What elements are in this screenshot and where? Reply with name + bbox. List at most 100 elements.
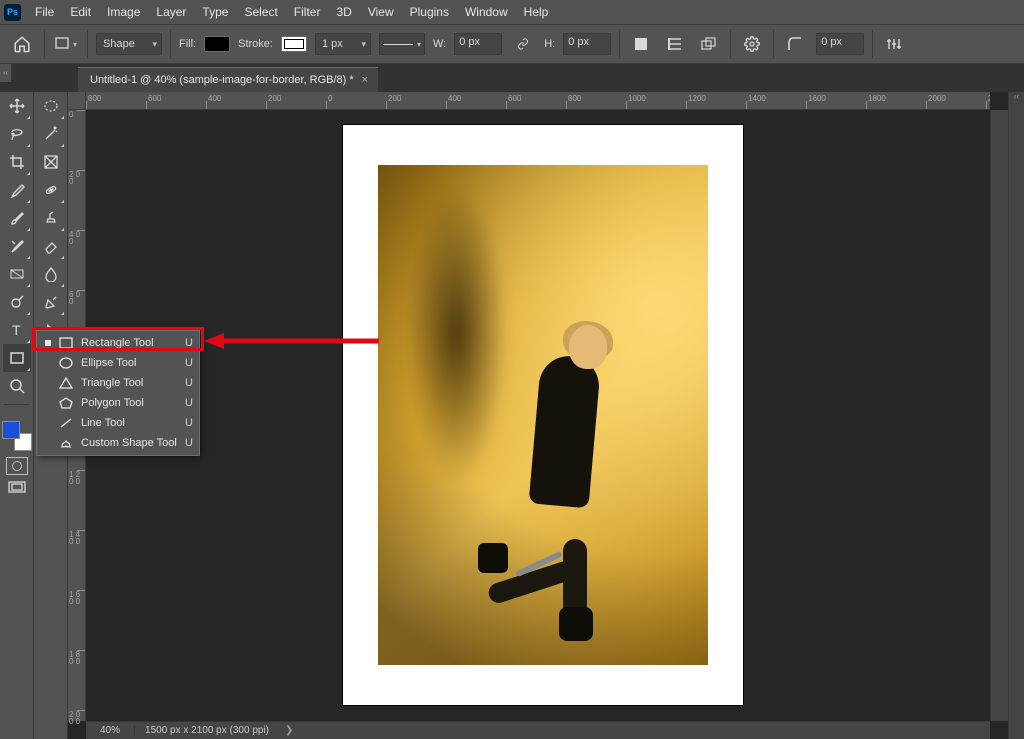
zoom-level[interactable]: 40% xyxy=(86,725,134,736)
horizontal-ruler[interactable]: 8006004002000200400600800100012001400160… xyxy=(86,92,990,110)
foreground-background-swatch[interactable] xyxy=(2,421,32,451)
ellipse-icon xyxy=(59,356,73,370)
status-bar-menu-icon[interactable]: ❯ xyxy=(279,725,299,736)
align-edges-icon[interactable] xyxy=(881,33,907,55)
divider xyxy=(872,30,873,58)
shape-options-gear-icon[interactable] xyxy=(739,33,765,55)
path-alignment-icon[interactable] xyxy=(662,33,688,55)
close-tab-icon[interactable]: × xyxy=(362,74,368,86)
menu-layer[interactable]: Layer xyxy=(148,0,194,24)
app-logo: Ps xyxy=(4,4,21,21)
corner-radius-field[interactable]: 0 px xyxy=(816,33,864,55)
dodge-tool[interactable] xyxy=(3,288,31,316)
blur-tool[interactable] xyxy=(37,260,65,288)
path-operations-icon[interactable] xyxy=(628,33,654,55)
height-label: H: xyxy=(544,38,555,50)
lasso-tool[interactable] xyxy=(3,120,31,148)
eraser-tool[interactable] xyxy=(37,232,65,260)
path-arrangement-icon[interactable] xyxy=(696,33,722,55)
status-bar: 40% 1500 px x 2100 px (300 ppi) ❯ xyxy=(86,721,990,739)
eyedropper-tool[interactable] xyxy=(3,176,31,204)
right-panel-dock[interactable]: ‹‹ xyxy=(1008,92,1024,739)
stroke-label: Stroke: xyxy=(238,38,273,50)
divider xyxy=(773,30,774,58)
flyout-item-shortcut: U xyxy=(185,397,193,409)
shape-tool-flyout: Rectangle Tool U Ellipse Tool U Triangle… xyxy=(36,330,200,456)
menu-filter[interactable]: Filter xyxy=(286,0,329,24)
menu-image[interactable]: Image xyxy=(99,0,148,24)
custom-shape-icon xyxy=(59,436,73,450)
flyout-item-shortcut: U xyxy=(185,377,193,389)
crop-tool[interactable] xyxy=(3,148,31,176)
menu-view[interactable]: View xyxy=(360,0,402,24)
canvas-stage[interactable] xyxy=(86,110,990,721)
corner-radius-icon xyxy=(782,33,808,55)
fill-label: Fill: xyxy=(179,38,196,50)
rectangle-tool[interactable] xyxy=(3,344,31,372)
menu-window[interactable]: Window xyxy=(457,0,516,24)
divider xyxy=(170,30,171,58)
fill-swatch[interactable] xyxy=(204,36,230,52)
menu-edit[interactable]: Edit xyxy=(62,0,99,24)
triangle-icon xyxy=(59,376,73,390)
width-label: W: xyxy=(433,38,446,50)
type-tool[interactable]: T xyxy=(3,316,31,344)
menu-type[interactable]: Type xyxy=(194,0,236,24)
divider xyxy=(619,30,620,58)
document-dimensions[interactable]: 1500 px x 2100 px (300 ppi) xyxy=(134,725,279,736)
document-tab[interactable]: Untitled-1 @ 40% (sample-image-for-borde… xyxy=(78,67,378,92)
flyout-item-shortcut: U xyxy=(185,337,193,349)
menu-file[interactable]: File xyxy=(27,0,62,24)
menu-help[interactable]: Help xyxy=(516,0,557,24)
tools-panel: T ⋯ ⇄ xyxy=(0,92,68,739)
screen-mode-icon[interactable] xyxy=(6,479,28,497)
flyout-item-shortcut: U xyxy=(185,357,193,369)
vertical-scrollbar[interactable] xyxy=(990,110,1008,721)
quick-mask-toggle[interactable] xyxy=(6,457,28,475)
clone-stamp-tool[interactable] xyxy=(37,204,65,232)
move-tool[interactable] xyxy=(3,92,31,120)
stroke-swatch[interactable] xyxy=(281,36,307,52)
brush-tool[interactable] xyxy=(3,204,31,232)
panel-collapse-grip[interactable]: ‹‹ xyxy=(0,64,12,82)
flyout-line-tool[interactable]: Line Tool U xyxy=(37,413,199,433)
flyout-triangle-tool[interactable]: Triangle Tool U xyxy=(37,373,199,393)
zoom-tool[interactable] xyxy=(3,372,31,400)
stroke-width-field[interactable]: 1 px xyxy=(315,33,371,55)
flyout-custom-shape-tool[interactable]: Custom Shape Tool U xyxy=(37,433,199,453)
flyout-polygon-tool[interactable]: Polygon Tool U xyxy=(37,393,199,413)
menu-3d[interactable]: 3D xyxy=(328,0,359,24)
menu-plugins[interactable]: Plugins xyxy=(402,0,457,24)
shape-mode-dropdown[interactable]: Shape xyxy=(96,33,162,55)
menu-bar: Ps File Edit Image Layer Type Select Fil… xyxy=(0,0,1024,24)
frame-tool[interactable] xyxy=(37,148,65,176)
tool-preset-picker[interactable]: ▾ xyxy=(53,33,79,55)
stroke-style-dropdown[interactable]: ▾ xyxy=(379,33,425,55)
svg-text:T: T xyxy=(12,322,21,338)
document-page xyxy=(343,125,743,705)
divider xyxy=(730,30,731,58)
canvas-area: 8006004002000200400600800100012001400160… xyxy=(68,92,1008,739)
healing-brush-tool[interactable] xyxy=(37,176,65,204)
magic-wand-tool[interactable] xyxy=(37,120,65,148)
link-wh-icon[interactable] xyxy=(510,33,536,55)
width-field[interactable]: 0 px xyxy=(454,33,502,55)
height-field[interactable]: 0 px xyxy=(563,33,611,55)
work-area: T ⋯ ⇄ xyxy=(0,92,1024,739)
gradient-tool[interactable] xyxy=(3,260,31,288)
polygon-icon xyxy=(59,396,73,410)
menu-select[interactable]: Select xyxy=(236,0,285,24)
options-bar: ▾ Shape Fill: Stroke: 1 px ▾ W: 0 px H: … xyxy=(0,24,1024,64)
flyout-rectangle-tool[interactable]: Rectangle Tool U xyxy=(37,333,199,353)
history-brush-tool[interactable] xyxy=(3,232,31,260)
sample-photo xyxy=(378,165,708,665)
flyout-ellipse-tool[interactable]: Ellipse Tool U xyxy=(37,353,199,373)
home-button[interactable] xyxy=(8,30,36,58)
flyout-item-shortcut: U xyxy=(185,417,193,429)
pen-tool[interactable] xyxy=(37,288,65,316)
marquee-tool[interactable] xyxy=(37,92,65,120)
flyout-item-shortcut: U xyxy=(185,437,193,449)
flyout-item-label: Polygon Tool xyxy=(81,397,177,409)
document-tab-strip: Untitled-1 @ 40% (sample-image-for-borde… xyxy=(0,64,1024,92)
ruler-origin[interactable] xyxy=(68,92,86,110)
